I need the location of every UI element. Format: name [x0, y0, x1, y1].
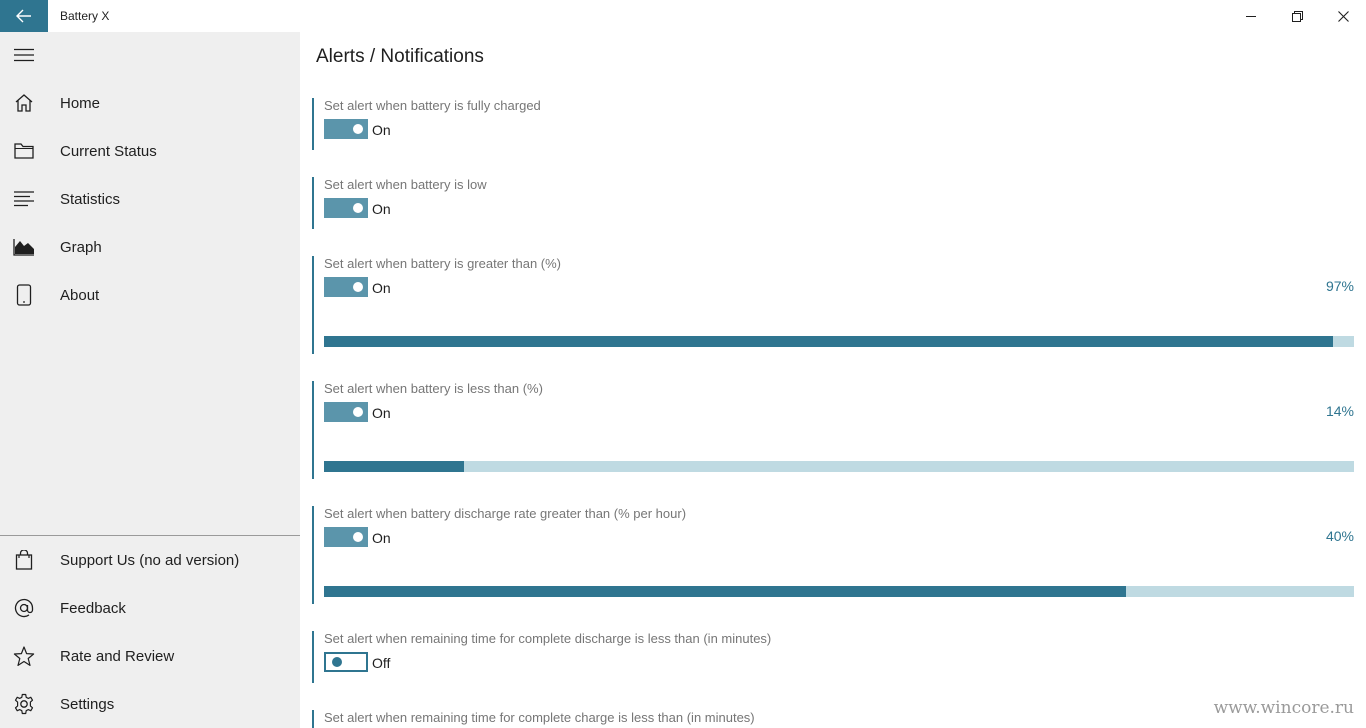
- gear-icon: [0, 680, 48, 728]
- star-icon: [0, 632, 48, 680]
- sidebar-item-label: Current Status: [60, 142, 157, 160]
- alert-toggle[interactable]: [324, 652, 368, 672]
- sidebar-item-label: About: [60, 286, 100, 304]
- alert-label: Set alert when remaining time for comple…: [324, 710, 755, 725]
- alert-label: Set alert when battery is less than (%): [324, 381, 543, 396]
- sidebar-item-support-us[interactable]: Support Us (no ad version): [0, 536, 300, 584]
- sidebar-item-about[interactable]: About: [0, 271, 300, 319]
- folder-icon: [0, 127, 48, 175]
- toggle-state-label: On: [372, 122, 391, 138]
- sidebar-item-home[interactable]: Home: [0, 79, 300, 127]
- sidebar-item-label: Home: [60, 94, 101, 112]
- alert-section-discharge-time: Set alert when remaining time for comple…: [312, 631, 1360, 683]
- threshold-value: 40%: [1325, 528, 1354, 544]
- slider-fill: [324, 461, 465, 472]
- toggle-knob: [353, 124, 363, 134]
- alert-label: Set alert when battery discharge rate gr…: [324, 506, 687, 521]
- toggle-knob: [353, 203, 363, 213]
- list-icon: [0, 175, 48, 223]
- area-chart-icon: [0, 223, 48, 271]
- alert-label: Set alert when battery is fully charged: [324, 98, 541, 113]
- back-button[interactable]: [0, 0, 48, 32]
- threshold-slider[interactable]: [324, 586, 1354, 597]
- sidebar-item-label: Feedback: [60, 599, 126, 617]
- title-bar: Battery X: [0, 0, 1366, 32]
- threshold-value: 97%: [1325, 278, 1354, 294]
- home-icon: [0, 79, 48, 127]
- alert-toggle[interactable]: [324, 402, 368, 422]
- alert-section-charge-time: Set alert when remaining time for comple…: [312, 710, 1360, 728]
- sidebar-item-graph[interactable]: Graph: [0, 223, 300, 271]
- minimize-icon: [1246, 11, 1256, 21]
- minimize-button[interactable]: [1228, 0, 1274, 32]
- watermark: www.wincore.ru: [1213, 698, 1354, 718]
- alert-label: Set alert when battery is greater than (…: [324, 256, 562, 271]
- restore-button[interactable]: [1274, 0, 1320, 32]
- close-button[interactable]: [1320, 0, 1366, 32]
- sidebar-item-label: Statistics: [60, 190, 121, 208]
- shopping-bag-icon: [0, 536, 48, 584]
- alert-section-fully-charged: Set alert when battery is fully charged …: [312, 98, 1360, 150]
- close-icon: [1337, 10, 1349, 22]
- alert-label: Set alert when battery is low: [324, 177, 487, 192]
- sidebar-item-rate-and-review[interactable]: Rate and Review: [0, 632, 300, 680]
- sidebar-item-label: Support Us (no ad version): [60, 551, 240, 569]
- sidebar-item-statistics[interactable]: Statistics: [0, 175, 300, 223]
- toggle-knob: [353, 282, 363, 292]
- alert-toggle[interactable]: [324, 277, 368, 297]
- threshold-slider[interactable]: [324, 461, 1354, 472]
- page-title: Alerts / Notifications: [316, 46, 484, 67]
- sidebar-item-label: Rate and Review: [60, 647, 175, 665]
- toggle-state-label: Off: [372, 655, 391, 671]
- sidebar-item-label: Graph: [60, 238, 102, 256]
- alert-section-less-than: Set alert when battery is less than (%) …: [312, 381, 1360, 479]
- at-icon: [0, 584, 48, 632]
- slider-fill: [324, 336, 1334, 347]
- alert-toggle[interactable]: [324, 119, 368, 139]
- sidebar: Home Current Status Statistics Graph Abo…: [0, 32, 300, 728]
- alert-toggle[interactable]: [324, 198, 368, 218]
- sidebar-item-current-status[interactable]: Current Status: [0, 127, 300, 175]
- restore-icon: [1291, 10, 1303, 22]
- sidebar-item-feedback[interactable]: Feedback: [0, 584, 300, 632]
- tablet-icon: [0, 271, 48, 319]
- threshold-value: 14%: [1325, 403, 1354, 419]
- toggle-state-label: On: [372, 530, 391, 546]
- toggle-state-label: On: [372, 405, 391, 421]
- back-arrow-icon: [16, 9, 32, 23]
- toggle-knob: [353, 407, 363, 417]
- toggle-knob: [332, 657, 342, 667]
- app-title: Battery X: [60, 9, 110, 23]
- slider-fill: [324, 586, 1127, 597]
- sidebar-item-settings[interactable]: Settings: [0, 680, 300, 728]
- alert-toggle[interactable]: [324, 527, 368, 547]
- toggle-state-label: On: [372, 280, 391, 296]
- alert-label: Set alert when remaining time for comple…: [324, 631, 772, 646]
- sidebar-item-label: Settings: [60, 695, 115, 713]
- menu-button[interactable]: [0, 32, 48, 78]
- threshold-slider[interactable]: [324, 336, 1354, 347]
- alert-section-battery-low: Set alert when battery is low On: [312, 177, 1360, 229]
- toggle-state-label: On: [372, 201, 391, 217]
- alert-section-greater-than: Set alert when battery is greater than (…: [312, 256, 1360, 354]
- toggle-knob: [353, 532, 363, 542]
- hamburger-icon: [14, 48, 34, 62]
- alert-section-discharge-rate: Set alert when battery discharge rate gr…: [312, 506, 1360, 604]
- scrollbar[interactable]: [1360, 32, 1366, 728]
